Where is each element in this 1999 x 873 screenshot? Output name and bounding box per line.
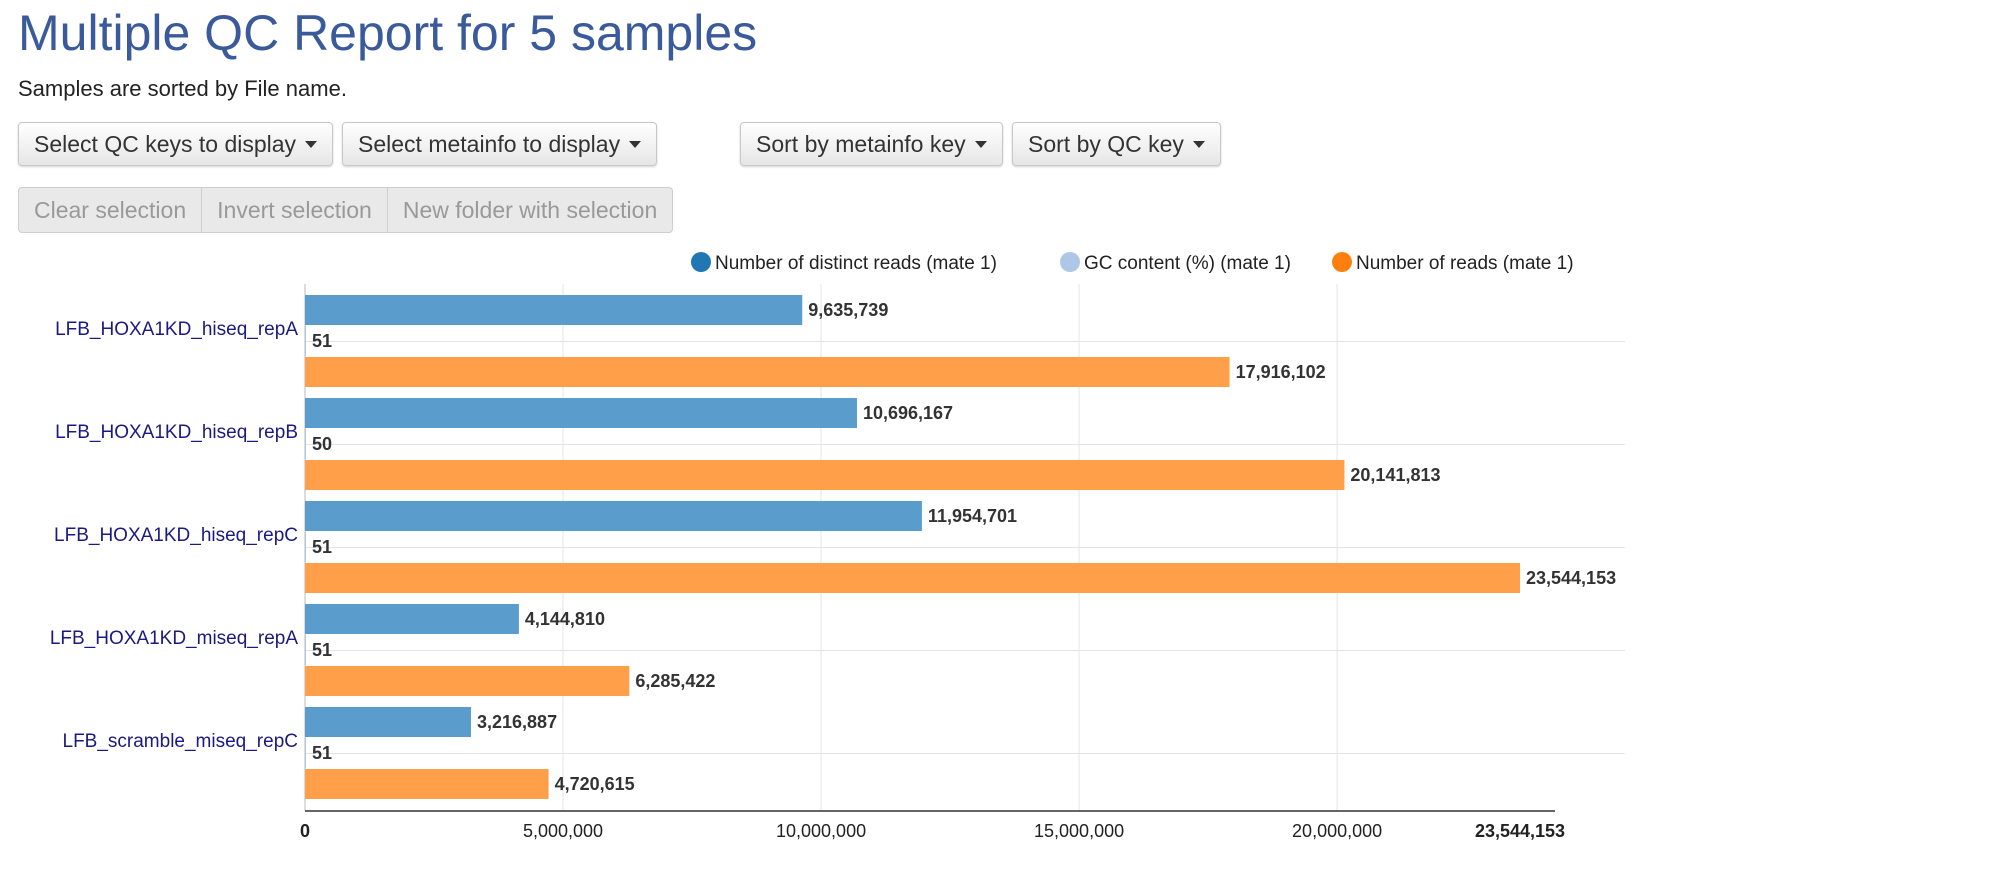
bar [305,429,306,459]
caret-down-icon [305,140,318,148]
legend-label: Number of distinct reads (mate 1) [715,253,997,274]
bar [305,501,922,531]
data-label: 4,144,810 [525,609,605,629]
legend-marker [1332,252,1352,272]
category-label: LFB_HOXA1KD_hiseq_repA [55,319,298,340]
page-title: Multiple QC Report for 5 samples [18,5,758,61]
data-label: 11,954,701 [928,506,1017,526]
x-tick-label: 10,000,000 [776,821,866,841]
select-metainfo-label: Select metainfo to display [358,130,621,157]
category-label: LFB_scramble_miseq_repC [63,731,299,752]
bar [305,532,306,562]
bar [305,738,306,768]
bar [305,563,1520,593]
x-tick-label: 15,000,000 [1034,821,1124,841]
data-label: 51 [312,640,332,660]
clear-selection-button[interactable]: Clear selection [18,187,203,233]
data-label: 3,216,887 [477,712,557,732]
data-label: 20,141,813 [1350,465,1440,485]
sort-description: Samples are sorted by File name. [18,76,347,101]
qc-bar-chart: LFB_HOXA1KD_hiseq_repA 9,635,739 51 17,916,… [50,252,1625,841]
data-label: 51 [312,537,332,557]
data-label: 17,916,102 [1236,362,1326,382]
bar [305,398,857,428]
category-label: LFB_HOXA1KD_hiseq_repB [55,422,298,443]
bar [305,707,472,737]
data-label: 50 [312,434,332,454]
bar [305,326,306,356]
sort-metainfo-label: Sort by metainfo key [756,130,966,157]
x-tick-label: 0 [300,821,310,841]
bar [305,295,803,325]
bar [305,604,519,634]
invert-selection-button[interactable]: Invert selection [201,187,388,233]
data-label: 10,696,167 [863,403,953,423]
sort-qc-label: Sort by QC key [1028,130,1184,157]
selection-button-group: Clear selection Invert selection New fol… [18,187,674,233]
bar [305,666,630,696]
data-label: 6,285,422 [635,671,715,691]
select-qc-keys-label: Select QC keys to display [34,130,297,157]
bar [305,635,306,665]
x-tick-label: 20,000,000 [1292,821,1382,841]
data-label: 51 [312,743,332,763]
sort-metainfo-dropdown[interactable]: Sort by metainfo key [740,122,1003,166]
legend-label: Number of reads (mate 1) [1356,253,1574,274]
legend-marker [1060,252,1080,272]
select-metainfo-dropdown[interactable]: Select metainfo to display [342,122,658,166]
category-label: LFB_HOXA1KD_miseq_repA [50,628,298,649]
new-folder-button[interactable]: New folder with selection [386,187,674,233]
data-label: 51 [312,331,332,351]
caret-down-icon [629,140,642,148]
caret-down-icon [974,140,987,148]
data-label: 23,544,153 [1526,568,1616,588]
category-label: LFB_HOXA1KD_hiseq_repC [54,525,298,546]
caret-down-icon [1192,140,1205,148]
x-tick-label: 23,544,153 [1475,821,1565,841]
sort-qc-dropdown[interactable]: Sort by QC key [1012,122,1221,166]
bar [305,357,1230,387]
bar [305,769,549,799]
legend-marker [691,252,711,272]
x-tick-label: 5,000,000 [523,821,603,841]
bar [305,460,1345,490]
legend-label: GC content (%) (mate 1) [1084,253,1291,274]
data-label: 9,635,739 [808,300,888,320]
data-label: 4,720,615 [555,774,635,794]
select-qc-keys-dropdown[interactable]: Select QC keys to display [18,122,334,166]
